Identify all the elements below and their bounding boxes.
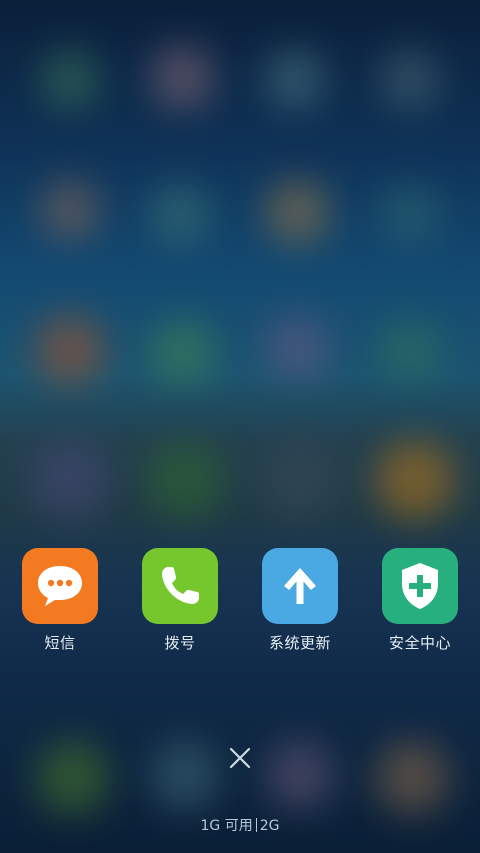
recents-screen: 短信 拨号 系统更新 安全中心 1G 可用 2G: [0, 0, 480, 853]
app-system-update-tile[interactable]: [262, 548, 338, 624]
close-icon: [229, 747, 251, 769]
app-system-update[interactable]: 系统更新: [240, 548, 360, 658]
app-dialer-tile[interactable]: [142, 548, 218, 624]
message-bubble-icon: [38, 566, 82, 606]
app-security-center[interactable]: 安全中心: [360, 548, 480, 658]
memory-total: 2G: [259, 818, 280, 834]
memory-status: 1G 可用 2G: [0, 815, 480, 835]
memory-separator: [255, 818, 257, 832]
memory-available: 1G 可用: [200, 818, 253, 834]
arrow-up-icon: [284, 568, 316, 604]
app-label: 拨号: [164, 634, 196, 652]
app-messages[interactable]: 短信: [0, 548, 120, 658]
app-security-center-tile[interactable]: [382, 548, 458, 624]
app-label: 安全中心: [388, 634, 451, 652]
app-dialer[interactable]: 拨号: [120, 548, 240, 658]
shield-plus-icon: [402, 563, 438, 609]
app-messages-tile[interactable]: [22, 548, 98, 624]
phone-icon: [162, 567, 199, 604]
app-label: 系统更新: [268, 634, 331, 652]
app-dock: 短信 拨号 系统更新 安全中心: [0, 548, 480, 658]
app-label: 短信: [44, 634, 76, 652]
clear-recents-button[interactable]: [226, 744, 254, 772]
